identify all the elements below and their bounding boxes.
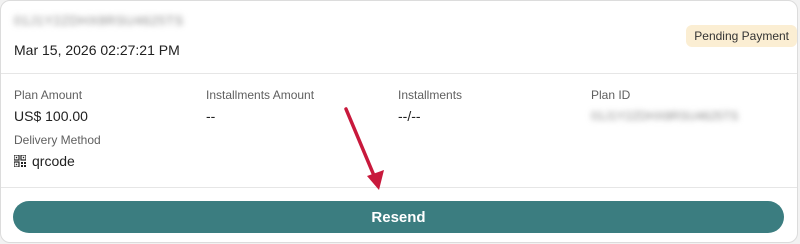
status-badge: Pending Payment bbox=[686, 25, 797, 47]
card-header: 01J1Y2ZDHX8RSU4625TS Mar 15, 2026 02:27:… bbox=[1, 1, 797, 74]
resend-button[interactable]: Resend bbox=[13, 201, 784, 233]
installments-field: Installments --/-- bbox=[398, 88, 578, 124]
qr-code-icon bbox=[14, 155, 26, 167]
order-datetime: Mar 15, 2026 02:27:21 PM bbox=[14, 42, 180, 58]
installments-label: Installments bbox=[398, 88, 463, 102]
plan-id-label: Plan ID bbox=[591, 88, 631, 102]
installments-amount-value: -- bbox=[206, 108, 216, 124]
delivery-method-field: Delivery Method qrcode bbox=[14, 133, 194, 169]
order-id-blurred: 01J1Y2ZDHX8RSU4625TS bbox=[14, 13, 184, 28]
card-footer: Resend bbox=[1, 187, 797, 242]
plan-id-field: Plan ID 01J1Y2ZDHX8RSU4625TS bbox=[591, 88, 771, 124]
installments-amount-label: Installments Amount bbox=[206, 88, 315, 102]
plan-amount-label: Plan Amount bbox=[14, 88, 83, 102]
installments-amount-field: Installments Amount -- bbox=[206, 88, 386, 124]
delivery-method-label: Delivery Method bbox=[14, 133, 101, 147]
delivery-method-value: qrcode bbox=[32, 153, 75, 169]
payment-plan-card: 01J1Y2ZDHX8RSU4625TS Mar 15, 2026 02:27:… bbox=[0, 0, 798, 243]
installments-value: --/-- bbox=[398, 108, 421, 124]
plan-details: Plan Amount US$ 100.00 Installments Amou… bbox=[1, 74, 797, 187]
plan-id-value: 01J1Y2ZDHX8RSU4625TS bbox=[591, 109, 739, 123]
delivery-method-value-row: qrcode bbox=[14, 153, 194, 169]
plan-amount-field: Plan Amount US$ 100.00 bbox=[14, 88, 194, 124]
plan-amount-value: US$ 100.00 bbox=[14, 108, 88, 124]
